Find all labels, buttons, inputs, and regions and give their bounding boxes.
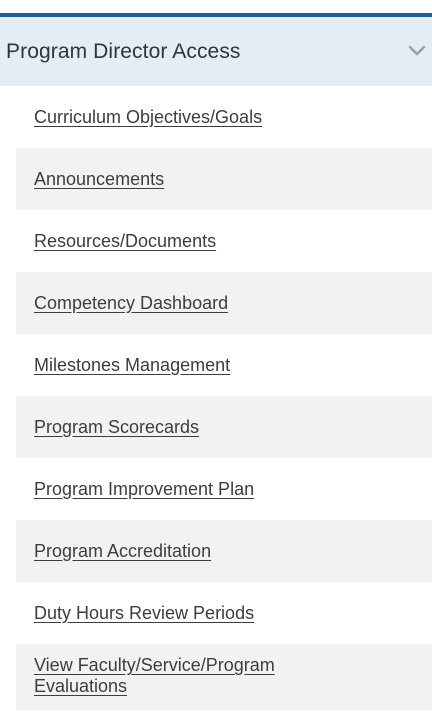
menu-item-resources-documents: Resources/Documents [16, 210, 432, 272]
menu-item-duty-hours-review-periods: Duty Hours Review Periods [16, 582, 432, 644]
announcements-link[interactable]: Announcements [34, 169, 164, 190]
program-scorecards-link[interactable]: Program Scorecards [34, 417, 199, 438]
chevron-down-icon[interactable] [408, 44, 426, 58]
program-director-access-header[interactable]: Program Director Access [0, 17, 432, 86]
section-title: Program Director Access [6, 39, 241, 63]
menu-item-program-scorecards: Program Scorecards [16, 396, 432, 458]
resources-documents-link[interactable]: Resources/Documents [34, 231, 216, 252]
competency-dashboard-link[interactable]: Competency Dashboard [34, 293, 228, 314]
menu-item-milestones-management: Milestones Management [16, 334, 432, 396]
program-improvement-plan-link[interactable]: Program Improvement Plan [34, 479, 254, 500]
program-director-menu: Curriculum Objectives/Goals Announcement… [16, 86, 432, 710]
menu-item-announcements: Announcements [16, 148, 432, 210]
menu-item-view-evaluations: View Faculty/Service/Program Evaluations [16, 644, 432, 710]
menu-item-competency-dashboard: Competency Dashboard [16, 272, 432, 334]
program-accreditation-link[interactable]: Program Accreditation [34, 541, 211, 562]
menu-item-program-accreditation: Program Accreditation [16, 520, 432, 582]
view-evaluations-link[interactable]: View Faculty/Service/Program Evaluations [34, 655, 364, 697]
milestones-management-link[interactable]: Milestones Management [34, 355, 230, 376]
program-director-panel: Program Director Access Curriculum Objec… [0, 0, 432, 719]
duty-hours-review-periods-link[interactable]: Duty Hours Review Periods [34, 603, 254, 624]
menu-item-curriculum-objectives: Curriculum Objectives/Goals [16, 86, 432, 148]
menu-item-program-improvement-plan: Program Improvement Plan [16, 458, 432, 520]
curriculum-objectives-link[interactable]: Curriculum Objectives/Goals [34, 107, 262, 128]
